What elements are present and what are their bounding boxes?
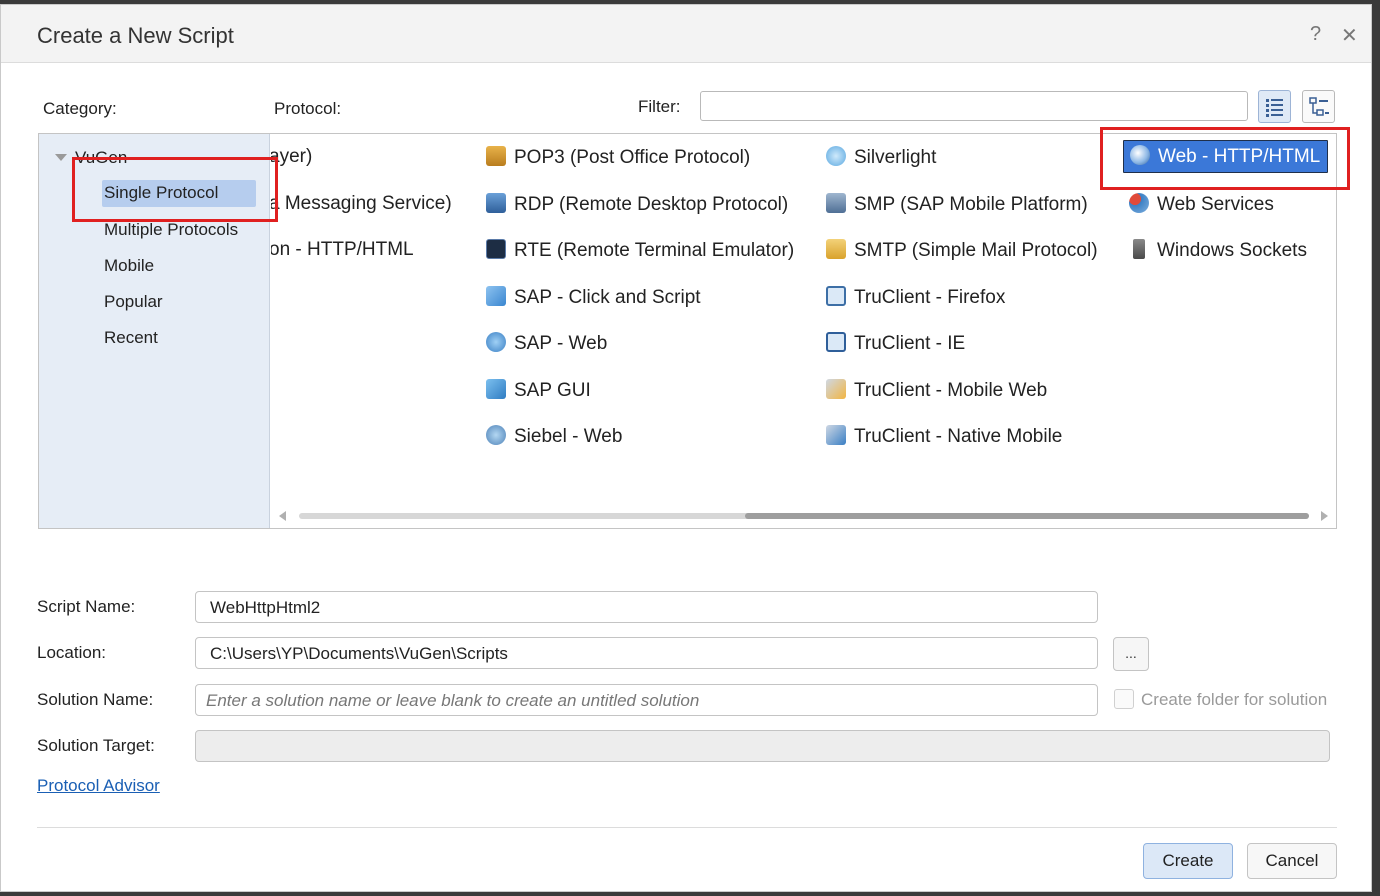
protocol-item-sap-web[interactable]: SAP - Web bbox=[486, 332, 607, 355]
protocol-item-siebel[interactable]: Siebel - Web bbox=[486, 425, 622, 448]
protocol-item-truclient-ie[interactable]: TruClient - IE bbox=[826, 332, 965, 355]
protocol-item-silverlight[interactable]: Silverlight bbox=[826, 146, 936, 169]
windows-sockets-icon bbox=[1133, 239, 1145, 259]
truclient-ie-icon bbox=[826, 332, 846, 352]
location-label: Location: bbox=[37, 643, 106, 662]
create-button[interactable]: Create bbox=[1143, 843, 1233, 879]
footer-divider bbox=[37, 827, 1337, 828]
solution-name-label: Solution Name: bbox=[37, 690, 154, 709]
filter-label: Filter: bbox=[638, 97, 681, 116]
smp-icon bbox=[826, 193, 846, 213]
script-name-label: Script Name: bbox=[37, 597, 136, 616]
web-services-icon bbox=[1129, 193, 1149, 213]
list-view-button[interactable] bbox=[1258, 90, 1291, 123]
protocol-item-truclient-firefox[interactable]: TruClient - Firefox bbox=[826, 286, 1005, 309]
tree-item-mobile[interactable]: Mobile bbox=[104, 256, 154, 276]
create-folder-checkbox[interactable] bbox=[1114, 689, 1134, 709]
help-button[interactable]: ? bbox=[1310, 23, 1321, 46]
solution-target-field[interactable] bbox=[195, 730, 1330, 762]
tree-root-label: VuGen bbox=[75, 148, 128, 167]
cancel-button[interactable]: Cancel bbox=[1247, 843, 1337, 879]
protocol-advisor-link[interactable]: Protocol Advisor bbox=[37, 776, 160, 796]
list-view-icon bbox=[1266, 99, 1283, 117]
web-globe-icon bbox=[1130, 145, 1150, 165]
tree-view-icon bbox=[1309, 97, 1329, 116]
protocol-item-windows-sockets[interactable]: Windows Sockets bbox=[1129, 239, 1307, 262]
protocol-item[interactable]: on - HTTP/HTML bbox=[271, 239, 414, 261]
protocol-item-sap-gui[interactable]: SAP GUI bbox=[486, 379, 591, 402]
protocol-item-smtp[interactable]: SMTP (Simple Mail Protocol) bbox=[826, 239, 1098, 262]
tree-view-button[interactable] bbox=[1302, 90, 1335, 123]
protocol-item-pop3[interactable]: POP3 (Post Office Protocol) bbox=[486, 146, 750, 169]
tree-item-popular[interactable]: Popular bbox=[104, 292, 163, 312]
protocol-item-web-services[interactable]: Web Services bbox=[1129, 193, 1274, 216]
protocol-item-rdp[interactable]: RDP (Remote Desktop Protocol) bbox=[486, 193, 788, 216]
tree-root-vugen[interactable]: VuGen bbox=[55, 148, 127, 168]
rte-icon bbox=[486, 239, 506, 259]
create-folder-label: Create folder for solution bbox=[1141, 690, 1328, 709]
solution-name-field[interactable]: Enter a solution name or leave blank to … bbox=[195, 684, 1098, 716]
protocol-item[interactable]: a Messaging Service) bbox=[271, 193, 452, 215]
close-button[interactable]: ✕ bbox=[1341, 23, 1358, 48]
create-script-dialog: Create a New Script ? ✕ Category: Protoc… bbox=[0, 4, 1372, 892]
horizontal-scrollbar[interactable] bbox=[271, 509, 1336, 523]
truclient-native-mobile-icon bbox=[826, 425, 846, 445]
rdp-icon bbox=[486, 193, 506, 213]
scroll-left-icon[interactable] bbox=[279, 511, 287, 521]
siebel-icon bbox=[486, 425, 506, 445]
sap-web-icon bbox=[486, 332, 506, 352]
protocol-label: Protocol: bbox=[274, 99, 342, 118]
dialog-title: Create a New Script bbox=[37, 23, 234, 48]
chevron-down-icon bbox=[55, 154, 67, 161]
protocol-item-smp[interactable]: SMP (SAP Mobile Platform) bbox=[826, 193, 1088, 216]
protocol-item-truclient-native-mobile[interactable]: TruClient - Native Mobile bbox=[826, 425, 1062, 448]
category-label: Category: bbox=[43, 99, 117, 118]
tree-item-recent[interactable]: Recent bbox=[104, 328, 158, 348]
protocol-item-web-http-html[interactable]: Web - HTTP/HTML bbox=[1123, 140, 1329, 173]
truclient-mobile-web-icon bbox=[826, 379, 846, 399]
silverlight-icon bbox=[826, 146, 846, 166]
protocol-grid: ayer) a Messaging Service) on - HTTP/HTM… bbox=[271, 134, 1336, 528]
protocol-panel: VuGen Single Protocol Multiple Protocols… bbox=[38, 133, 1337, 529]
filter-input[interactable] bbox=[700, 91, 1248, 121]
protocol-item-rte[interactable]: RTE (Remote Terminal Emulator) bbox=[486, 239, 794, 262]
smtp-icon bbox=[826, 239, 846, 259]
sap-gui-icon bbox=[486, 379, 506, 399]
script-name-field[interactable]: WebHttpHtml2 bbox=[195, 591, 1098, 623]
pop3-icon bbox=[486, 146, 506, 166]
scroll-right-icon[interactable] bbox=[1321, 511, 1329, 521]
category-tree: VuGen Single Protocol Multiple Protocols… bbox=[39, 134, 270, 528]
tree-item-multiple-protocols[interactable]: Multiple Protocols bbox=[104, 220, 238, 240]
solution-target-label: Solution Target: bbox=[37, 736, 155, 755]
protocol-item[interactable]: ayer) bbox=[271, 146, 312, 168]
title-bar: Create a New Script ? ✕ bbox=[1, 5, 1371, 63]
tree-item-single-protocol[interactable]: Single Protocol bbox=[102, 180, 257, 207]
scroll-thumb[interactable] bbox=[745, 513, 1309, 519]
protocol-item-sap-click[interactable]: SAP - Click and Script bbox=[486, 286, 701, 309]
truclient-firefox-icon bbox=[826, 286, 846, 306]
sap-click-icon bbox=[486, 286, 506, 306]
location-field[interactable]: C:\Users\YP\Documents\VuGen\Scripts bbox=[195, 637, 1098, 669]
browse-button[interactable]: ... bbox=[1113, 637, 1149, 671]
protocol-item-truclient-mobile-web[interactable]: TruClient - Mobile Web bbox=[826, 379, 1047, 402]
